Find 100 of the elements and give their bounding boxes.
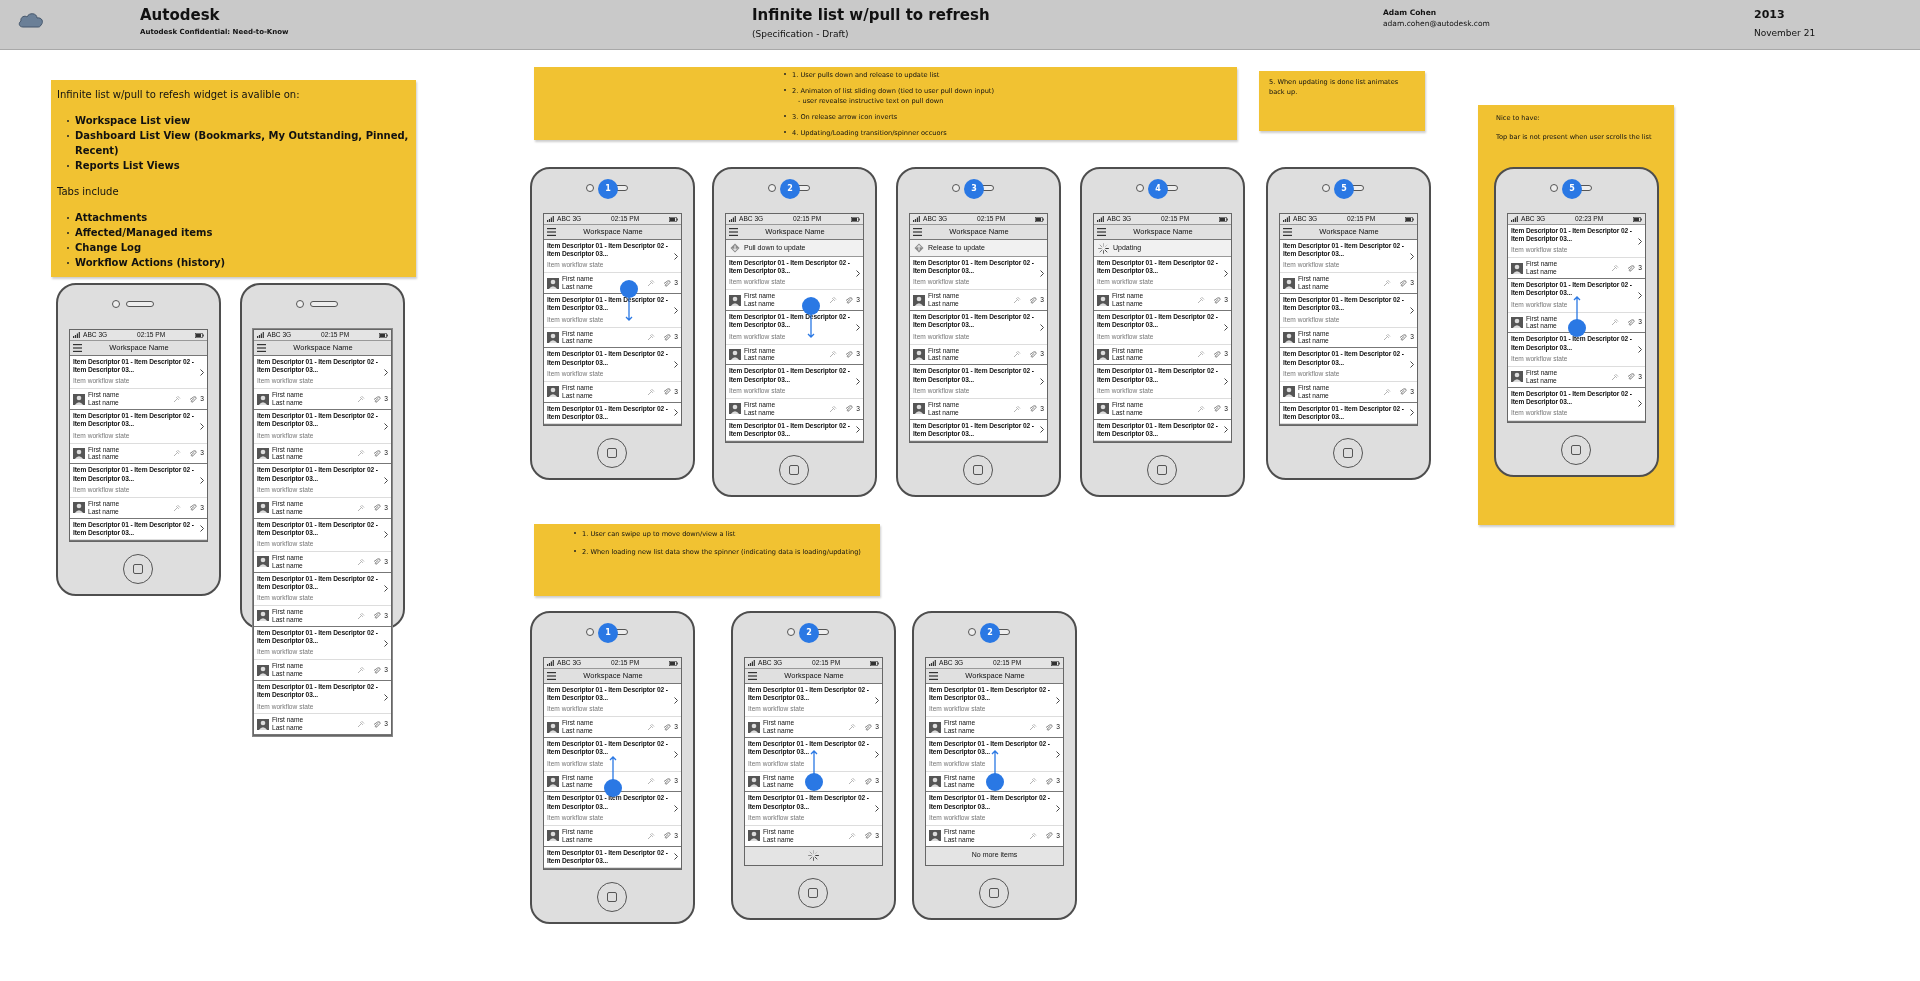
chevron-icon: [856, 426, 860, 434]
signal-icon: [729, 216, 736, 222]
avatar-icon: [547, 721, 559, 733]
speaker-icon: [126, 301, 154, 307]
chevron-icon: [384, 422, 388, 430]
chevron-icon: [856, 269, 860, 277]
avatar-icon: [73, 447, 85, 459]
chevron-icon: [384, 639, 388, 647]
avatar-icon: [547, 386, 559, 398]
avatar-icon: [748, 775, 760, 787]
chevron-icon: [1040, 378, 1044, 385]
menu-icon: [1097, 228, 1106, 236]
chevron-icon: [200, 525, 204, 533]
pin-icon: [357, 720, 366, 729]
chevron-icon: [875, 750, 879, 758]
camera-icon: [586, 628, 594, 636]
chevron-icon: [384, 585, 388, 593]
paperclip-icon: [373, 666, 382, 674]
paperclip-icon: [1627, 318, 1636, 326]
pin-icon: [647, 723, 656, 732]
paperclip-icon: [845, 405, 854, 413]
pin-icon: [173, 449, 182, 458]
paperclip-icon: [373, 449, 382, 457]
avatar-icon: [257, 556, 269, 568]
paperclip-icon: [1213, 296, 1222, 304]
avatar-icon: [929, 721, 941, 733]
chevron-icon: [200, 368, 204, 376]
paperclip-icon: [373, 504, 382, 512]
pin-icon: [647, 279, 656, 288]
spinner-icon: [808, 850, 819, 861]
chevron-icon: [1056, 805, 1060, 812]
chevron-icon: [1224, 323, 1228, 331]
chevron-icon: [1638, 291, 1642, 299]
step-badge: 5: [1334, 179, 1354, 199]
step-badge: 5: [1562, 179, 1582, 199]
note-text: Infinite list w/pull to refesh widget is avalible on:: [57, 88, 301, 102]
avatar-icon: [547, 277, 559, 289]
chevron-icon: [1410, 306, 1414, 314]
chevron-icon: [1040, 269, 1044, 277]
note-item: Reports List Views: [75, 159, 180, 173]
camera-icon: [586, 184, 594, 192]
menu-icon: [73, 344, 82, 352]
menu-icon: [1283, 228, 1292, 236]
paperclip-icon: [1213, 405, 1222, 413]
battery-icon: [1035, 216, 1044, 222]
avatar-icon: [257, 393, 269, 405]
pin-icon: [357, 666, 366, 675]
camera-icon: [968, 628, 976, 636]
chevron-icon: [200, 477, 204, 484]
paperclip-icon: [1399, 279, 1408, 287]
chevron-icon: [1410, 252, 1414, 260]
chevron-icon: [674, 409, 678, 417]
paperclip-icon: [864, 832, 873, 840]
paperclip-icon: [663, 388, 672, 396]
signal-icon: [1097, 216, 1104, 222]
pin-icon: [1029, 831, 1038, 840]
menu-icon: [547, 228, 556, 236]
paperclip-icon: [373, 720, 382, 728]
chevron-icon: [674, 361, 678, 368]
pin-icon: [1013, 296, 1022, 305]
avatar-icon: [729, 348, 741, 360]
pin-icon: [1611, 318, 1620, 327]
pin-icon: [647, 831, 656, 840]
chevron-icon: [875, 696, 879, 704]
step-badge: 2: [980, 623, 1000, 643]
avatar-icon: [913, 403, 925, 415]
paperclip-icon: [1399, 388, 1408, 396]
step-badge: 1: [598, 623, 618, 643]
year-label: 2013: [1754, 7, 1786, 23]
paperclip-icon: [663, 777, 672, 785]
pin-icon: [647, 777, 656, 786]
note-item: Attachments: [75, 211, 148, 225]
chevron-icon: [384, 368, 388, 376]
speaker-icon: [310, 301, 338, 307]
camera-icon: [787, 628, 795, 636]
avatar-icon: [73, 502, 85, 514]
paperclip-icon: [1627, 264, 1636, 272]
menu-icon: [547, 672, 556, 680]
menu-icon: [929, 672, 938, 680]
pin-icon: [1383, 279, 1392, 288]
paperclip-icon: [1045, 777, 1054, 785]
chevron-icon: [384, 477, 388, 484]
chevron-icon: [1410, 409, 1414, 417]
pin-icon: [848, 723, 857, 732]
pin-icon: [1197, 350, 1206, 359]
pin-icon: [829, 350, 838, 359]
avatar-icon: [257, 502, 269, 514]
signal-icon: [913, 216, 920, 222]
paperclip-icon: [1399, 333, 1408, 341]
note-item: Affected/Managed items: [75, 226, 213, 240]
avatar-icon: [547, 775, 559, 787]
avatar-icon: [257, 718, 269, 730]
pin-icon: [829, 404, 838, 413]
chevron-icon: [1056, 696, 1060, 704]
pin-icon: [848, 831, 857, 840]
camera-icon: [768, 184, 776, 192]
paperclip-icon: [373, 612, 382, 620]
battery-icon: [1219, 216, 1228, 222]
signal-icon: [547, 660, 554, 666]
paperclip-icon: [1627, 373, 1636, 381]
